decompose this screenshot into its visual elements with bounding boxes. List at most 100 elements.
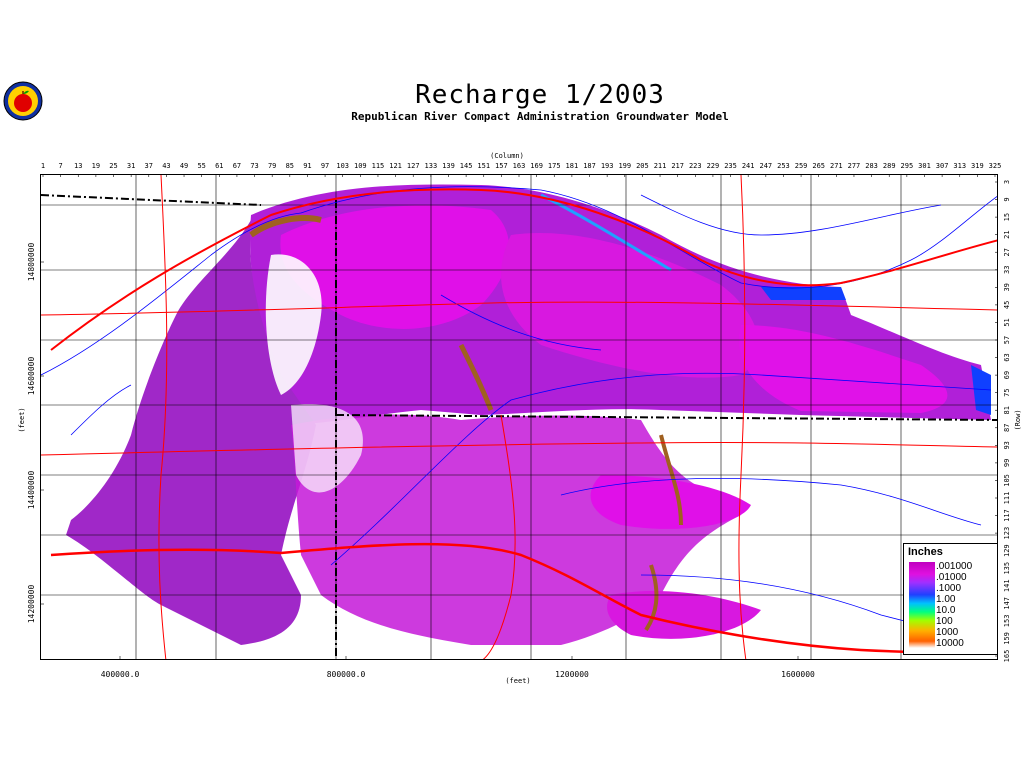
row-tick-label: 81 <box>1003 406 1011 414</box>
column-tick-label: 1 <box>41 162 45 170</box>
column-tick-label: 313 <box>953 162 966 170</box>
y-tick-label: 14200000 <box>27 585 36 624</box>
column-tick-label: 139 <box>442 162 455 170</box>
column-tick-label: 7 <box>59 162 63 170</box>
column-tick-label: 265 <box>812 162 825 170</box>
column-tick-label: 133 <box>425 162 438 170</box>
row-tick-label: 147 <box>1003 597 1011 610</box>
row-tick-label: 135 <box>1003 562 1011 575</box>
column-tick-label: 67 <box>233 162 241 170</box>
column-tick-label: 91 <box>303 162 311 170</box>
row-tick-label: 105 <box>1003 474 1011 487</box>
column-tick-label: 307 <box>936 162 949 170</box>
column-tick-label: 295 <box>901 162 914 170</box>
row-tick-label: 165 <box>1003 650 1011 663</box>
legend-label: 1.00 <box>936 594 956 605</box>
column-tick-label: 193 <box>601 162 614 170</box>
row-tick-label: 63 <box>1003 353 1011 361</box>
x-axis: 400000.0 800000.0 1200000 1600000 <box>101 656 815 679</box>
x-tick-label: 400000.0 <box>101 670 140 679</box>
row-tick-label: 111 <box>1003 492 1011 505</box>
row-tick-label: 129 <box>1003 544 1011 557</box>
column-tick-label: 235 <box>724 162 737 170</box>
row-tick-label: 75 <box>1003 388 1011 396</box>
column-tick-label: 241 <box>742 162 755 170</box>
y-axis-label: (feet) <box>18 407 26 432</box>
column-tick-label: 163 <box>513 162 526 170</box>
x-tick-label: 800000.0 <box>327 670 366 679</box>
row-tick-label: 87 <box>1003 424 1011 432</box>
row-tick-label: 21 <box>1003 230 1011 238</box>
legend-label: 10000 <box>936 638 964 649</box>
column-tick-label: 223 <box>689 162 702 170</box>
y-tick-label: 14800000 <box>27 243 36 282</box>
column-tick-label: 181 <box>566 162 579 170</box>
legend-label: 100 <box>936 616 953 627</box>
row-tick-label: 15 <box>1003 213 1011 221</box>
column-tick-label: 103 <box>336 162 349 170</box>
column-tick-label: 61 <box>215 162 223 170</box>
column-tick-label: 151 <box>477 162 490 170</box>
legend-label: 10.0 <box>936 605 956 616</box>
x-tick-label: 1600000 <box>781 670 815 679</box>
legend-label: 1000 <box>936 627 959 638</box>
column-tick-label: 247 <box>759 162 772 170</box>
column-tick-label: 229 <box>707 162 720 170</box>
x-axis-label: (feet) <box>505 677 530 685</box>
row-tick-label: 99 <box>1003 459 1011 467</box>
column-tick-label: 121 <box>389 162 402 170</box>
column-tick-label: 325 <box>989 162 1002 170</box>
column-tick-label: 319 <box>971 162 984 170</box>
column-tick-label: 127 <box>407 162 420 170</box>
column-tick-label: 97 <box>321 162 329 170</box>
column-tick-label: 253 <box>777 162 790 170</box>
column-tick-label: 187 <box>583 162 596 170</box>
row-tick-label: 45 <box>1003 301 1011 309</box>
row-tick-label: 3 <box>1003 180 1011 184</box>
column-tick-label: 55 <box>197 162 205 170</box>
row-tick-label: 27 <box>1003 248 1011 256</box>
legend-color-bar <box>909 562 935 648</box>
row-tick-label: 33 <box>1003 266 1011 274</box>
map-axes: 1 7 13 19 25 31 37 43 49 55 61 67 73 79 85 91 97 103 109 11… <box>18 152 1022 685</box>
column-tick-label: 85 <box>286 162 294 170</box>
legend-label: .01000 <box>936 572 967 583</box>
column-tick-label: 301 <box>918 162 931 170</box>
column-tick-label: 169 <box>530 162 543 170</box>
x-tick-label: 1200000 <box>555 670 589 679</box>
row-tick-label: 141 <box>1003 579 1011 592</box>
row-tick-label: 159 <box>1003 632 1011 645</box>
column-tick-label: 37 <box>145 162 153 170</box>
row-tick-label: 123 <box>1003 527 1011 540</box>
column-tick-label: 49 <box>180 162 188 170</box>
column-tick-label: 79 <box>268 162 276 170</box>
row-axis-label: (Row) <box>1014 409 1022 430</box>
legend-title: Inches <box>908 546 943 558</box>
row-tick-label: 51 <box>1003 318 1011 326</box>
legend-label: .001000 <box>936 561 973 572</box>
column-tick-label: 175 <box>548 162 561 170</box>
column-tick-label: 289 <box>883 162 896 170</box>
column-tick-label: 283 <box>865 162 878 170</box>
column-tick-label: 13 <box>74 162 82 170</box>
column-tick-label: 43 <box>162 162 170 170</box>
row-tick-label: 93 <box>1003 441 1011 449</box>
map-legend: Inches .001000 .01000 .1000 1.00 10.0 10… <box>903 543 998 655</box>
y-tick-label: 14600000 <box>27 357 36 396</box>
column-tick-label: 217 <box>671 162 684 170</box>
column-axis-label: (Column) <box>490 152 524 160</box>
row-tick-label: 57 <box>1003 336 1011 344</box>
row-tick-label: 153 <box>1003 615 1011 628</box>
column-tick-label: 19 <box>92 162 100 170</box>
column-tick-label: 109 <box>354 162 367 170</box>
y-axis: 14800000 14600000 14400000 14200000 <box>27 243 44 624</box>
y-tick-label: 14400000 <box>27 471 36 510</box>
column-tick-label: 115 <box>372 162 385 170</box>
row-tick-label: 117 <box>1003 509 1011 522</box>
row-tick-label: 69 <box>1003 371 1011 379</box>
row-tick-label: 39 <box>1003 283 1011 291</box>
column-tick-label: 25 <box>109 162 117 170</box>
legend-label: .1000 <box>936 583 962 594</box>
column-axis: 1 7 13 19 25 31 37 43 49 55 61 67 73 79 85 91 97 103 109 11… <box>41 162 1001 177</box>
column-tick-label: 271 <box>830 162 843 170</box>
